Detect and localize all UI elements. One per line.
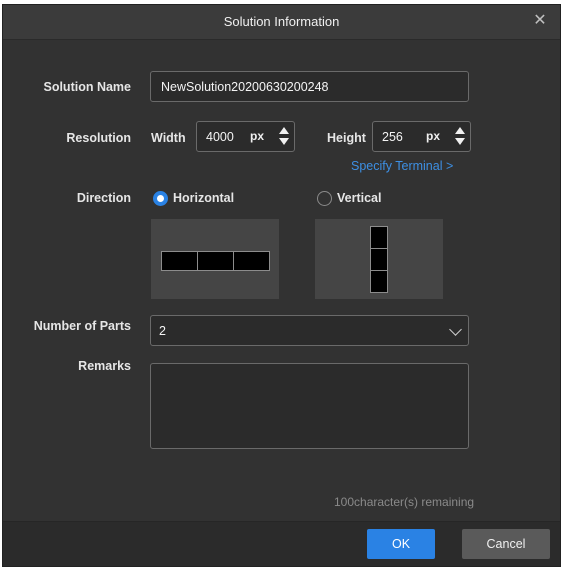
width-label: Width xyxy=(151,131,186,145)
dialog-title: Solution Information xyxy=(223,14,340,29)
width-input[interactable] xyxy=(206,129,242,145)
vertical-preview-part xyxy=(370,226,388,249)
height-label: Height xyxy=(327,131,366,145)
solution-name-label: Solution Name xyxy=(43,80,131,94)
vertical-radio-label[interactable]: Vertical xyxy=(337,191,381,205)
number-of-parts-select[interactable]: 2 xyxy=(150,315,469,346)
height-increment-icon[interactable] xyxy=(455,127,465,134)
ok-button[interactable]: OK xyxy=(367,529,435,559)
close-icon[interactable]: ✕ xyxy=(530,11,550,31)
height-stepper[interactable]: px xyxy=(372,121,471,152)
height-unit: px xyxy=(426,129,441,143)
solution-name-input[interactable] xyxy=(161,79,451,95)
horizontal-preview-part xyxy=(233,251,270,271)
remarks-label: Remarks xyxy=(78,359,131,373)
resolution-label: Resolution xyxy=(66,131,131,145)
dialog-titlebar: Solution Information ✕ xyxy=(3,5,560,40)
horizontal-preview-part xyxy=(197,251,234,271)
cancel-button[interactable]: Cancel xyxy=(462,529,550,559)
vertical-preview-part xyxy=(370,248,388,271)
width-decrement-icon[interactable] xyxy=(279,138,289,145)
width-increment-icon[interactable] xyxy=(279,127,289,134)
remarks-textarea[interactable] xyxy=(150,363,469,449)
horizontal-layout-preview[interactable] xyxy=(151,219,279,299)
horizontal-radio[interactable] xyxy=(153,191,168,206)
direction-label: Direction xyxy=(76,191,131,205)
height-decrement-icon[interactable] xyxy=(455,138,465,145)
chevron-down-icon[interactable] xyxy=(449,323,462,336)
height-input[interactable] xyxy=(382,129,416,145)
width-unit: px xyxy=(250,129,265,143)
number-of-parts-value: 2 xyxy=(159,324,166,338)
specify-terminal-link[interactable]: Specify Terminal > xyxy=(351,159,453,173)
vertical-radio[interactable] xyxy=(317,191,332,206)
solution-name-field[interactable] xyxy=(150,71,469,102)
number-of-parts-label: Number of Parts xyxy=(33,319,131,333)
dialog-footer: OK Cancel xyxy=(3,521,560,566)
remarks-remaining-count: 100character(s) remaining xyxy=(334,495,475,509)
solution-information-dialog: Solution Information ✕ Solution Name Res… xyxy=(2,4,561,567)
width-stepper[interactable]: px xyxy=(196,121,295,152)
height-spin-buttons[interactable] xyxy=(455,125,465,147)
horizontal-radio-label[interactable]: Horizontal xyxy=(173,191,234,205)
horizontal-preview-part xyxy=(161,251,198,271)
vertical-preview-part xyxy=(370,270,388,293)
width-spin-buttons[interactable] xyxy=(279,125,289,147)
vertical-layout-preview[interactable] xyxy=(315,219,443,299)
